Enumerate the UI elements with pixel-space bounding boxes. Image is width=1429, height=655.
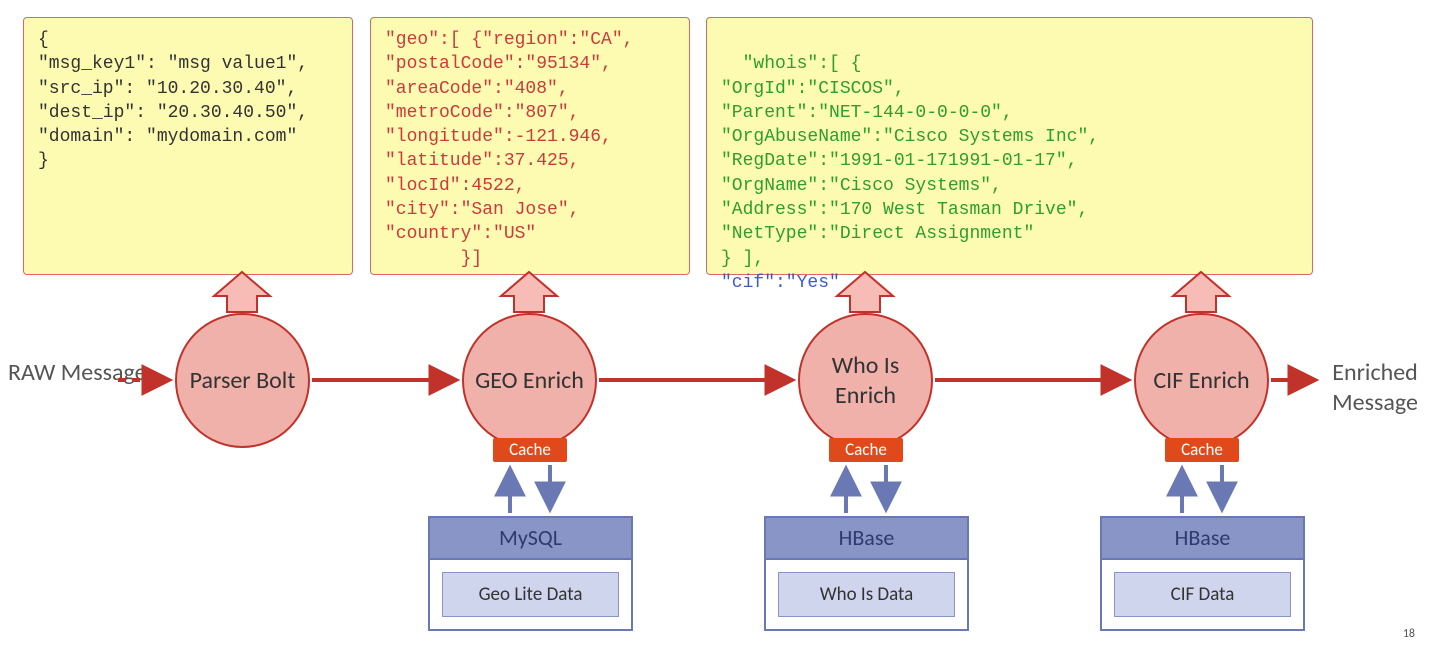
raw-json-box: { "msg_key1": "msg value1", "src_ip": "1…: [23, 17, 353, 275]
page-number: 18: [1403, 627, 1415, 641]
geo-db-engine: MySQL: [430, 518, 631, 560]
enriched-message-label: Enriched Message: [1321, 358, 1429, 418]
cif-cache-badge: Cache: [1165, 438, 1239, 462]
geo-enrich-node: GEO Enrich: [462, 313, 597, 448]
raw-message-label: RAW Message: [8, 358, 147, 388]
whois-db-box: HBase Who Is Data: [764, 516, 969, 631]
whois-db-engine: HBase: [766, 518, 967, 560]
geo-json-box: "geo":[ {"region":"CA", "postalCode":"95…: [370, 17, 690, 275]
whois-enrich-node: Who Is Enrich: [798, 313, 933, 448]
whois-json-text: "whois":[ { "OrgId":"CISCOS", "Parent":"…: [721, 54, 1099, 268]
cif-db-engine: HBase: [1102, 518, 1303, 560]
parser-bolt-node: Parser Bolt: [175, 313, 310, 448]
geo-db-box: MySQL Geo Lite Data: [428, 516, 633, 631]
geo-cache-badge: Cache: [493, 438, 567, 462]
whois-cif-json-box: "whois":[ { "OrgId":"CISCOS", "Parent":"…: [706, 17, 1313, 275]
cif-db-data: CIF Data: [1114, 572, 1291, 617]
geo-db-data: Geo Lite Data: [442, 572, 619, 617]
whois-db-data: Who Is Data: [778, 572, 955, 617]
whois-cache-badge: Cache: [829, 438, 903, 462]
cif-enrich-node: CIF Enrich: [1134, 313, 1269, 448]
cif-json-text: "cif":"Yes": [721, 273, 840, 293]
cif-db-box: HBase CIF Data: [1100, 516, 1305, 631]
